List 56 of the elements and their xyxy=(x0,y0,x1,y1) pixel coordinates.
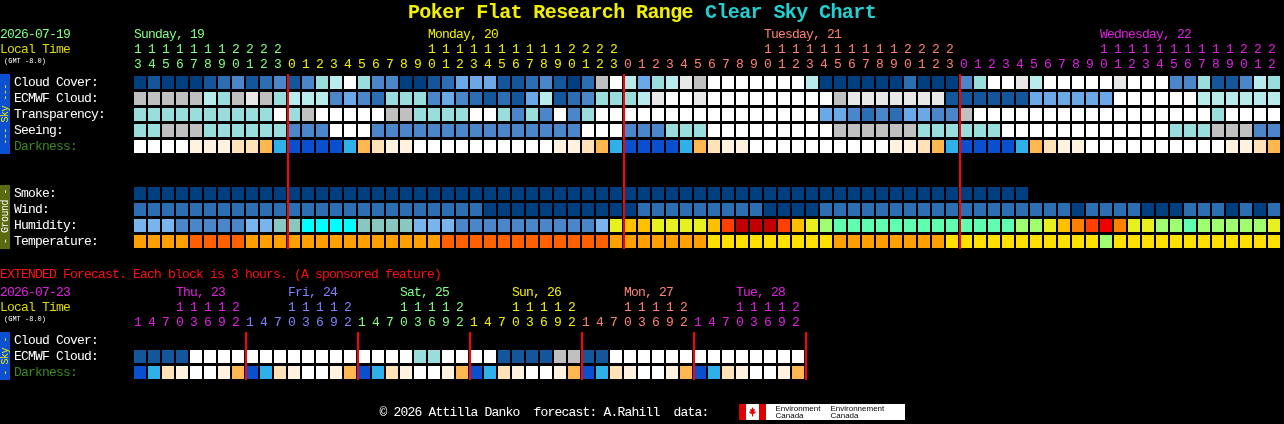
flag-icon xyxy=(738,404,766,420)
hour-units-digits: 1 4 7 0 3 6 9 2 xyxy=(694,315,801,330)
day-label: Sunday, 19 xyxy=(133,27,205,42)
row-label: Humidity: xyxy=(14,217,78,233)
logo-text: Environment Canada xyxy=(775,405,821,419)
hour-units-digits: 1 4 7 0 3 6 9 2 xyxy=(246,315,353,330)
hour-tens-digits: 1 1 1 1 2 xyxy=(288,300,352,315)
day-label: Thu, 23 xyxy=(176,285,226,300)
logo-text: Environnement Canada xyxy=(830,405,885,419)
row-label: Cloud Cover: xyxy=(14,332,99,348)
hour-units-digits: 0 1 2 3 4 5 6 7 8 9 0 1 2 3 4 5 6 7 8 9 0 1 2 3 xyxy=(288,57,619,72)
hour-units-digits: 3 4 5 6 7 8 9 0 1 2 3 xyxy=(134,57,283,72)
row-label: Wind: xyxy=(14,201,50,217)
group-label: - Sky - xyxy=(0,332,10,380)
day-label: Mon, 27 xyxy=(624,285,674,300)
hour-tens-digits: 1 1 1 1 1 1 1 1 1 1 2 2 2 2 xyxy=(427,42,618,57)
hour-units-digits: 0 1 2 3 4 5 6 7 8 9 0 1 2 3 4 5 6 7 8 9 0 1 2 xyxy=(960,57,1277,72)
forecast-date: 2026-07-23 xyxy=(0,285,71,300)
hour-units-digits: 1 4 7 0 3 6 9 2 xyxy=(582,315,689,330)
hour-tens-digits: 1 1 1 1 1 1 1 2 2 2 2 xyxy=(133,42,282,57)
local-time-label: Local Time xyxy=(0,300,71,315)
day-label: Fri, 24 xyxy=(288,285,338,300)
hour-tens-digits: 1 1 1 1 2 xyxy=(512,300,576,315)
credits-text: © 2026 Attilla Danko forecast: A.Rahill data: xyxy=(379,404,709,420)
row-label: Cloud Cover: xyxy=(14,74,99,90)
row-label: Smoke: xyxy=(14,185,57,201)
chart-title: Poker Flat Research Range xyxy=(407,0,693,24)
day-label: Tue, 28 xyxy=(736,285,786,300)
row-label: Darkness: xyxy=(14,138,78,154)
hour-units-digits: 0 1 2 3 4 5 6 7 8 9 0 1 2 3 4 5 6 7 8 9 0 1 2 3 xyxy=(624,57,955,72)
row-label: Transparency: xyxy=(14,106,107,122)
day-label: Sat, 25 xyxy=(400,285,450,300)
row-label: ECMWF Cloud: xyxy=(14,90,99,106)
day-label: Tuesday, 21 xyxy=(763,27,843,42)
hour-tens-digits: 1 1 1 1 1 1 1 1 1 1 2 2 2 xyxy=(1099,42,1276,57)
row-label: ECMWF Cloud: xyxy=(14,348,99,364)
day-label: Monday, 20 xyxy=(427,27,499,42)
day-label: Sun, 26 xyxy=(512,285,562,300)
row-label: Temperature: xyxy=(14,233,99,249)
group-label: - Ground - xyxy=(0,185,10,249)
hour-units-digits: 1 4 7 0 3 6 9 2 xyxy=(134,315,241,330)
hour-tens-digits: 1 1 1 1 1 1 1 1 1 1 2 2 2 2 xyxy=(763,42,954,57)
row-label: Darkness: xyxy=(14,364,78,380)
hour-tens-digits: 1 1 1 1 2 xyxy=(176,300,240,315)
hour-units-digits: 1 4 7 0 3 6 9 2 xyxy=(358,315,465,330)
hour-tens-digits: 1 1 1 1 2 xyxy=(736,300,800,315)
hour-tens-digits: 1 1 1 1 2 xyxy=(624,300,688,315)
hour-units-digits: 1 4 7 0 3 6 9 2 xyxy=(470,315,577,330)
group-label: --- Sky --- xyxy=(0,74,10,154)
local-time-label: Local Time xyxy=(0,42,71,57)
hour-tens-digits: 1 1 1 1 2 xyxy=(400,300,464,315)
day-label: Wednesday, 22 xyxy=(1099,27,1192,42)
chart-subtitle: Clear Sky Chart xyxy=(705,0,877,24)
extended-forecast-note: EXTENDED Forecast. Each block is 3 hours. (A sponsored feature) xyxy=(0,267,443,283)
row-label: Seeing: xyxy=(14,122,64,138)
forecast-date: 2026-07-19 xyxy=(0,27,71,42)
